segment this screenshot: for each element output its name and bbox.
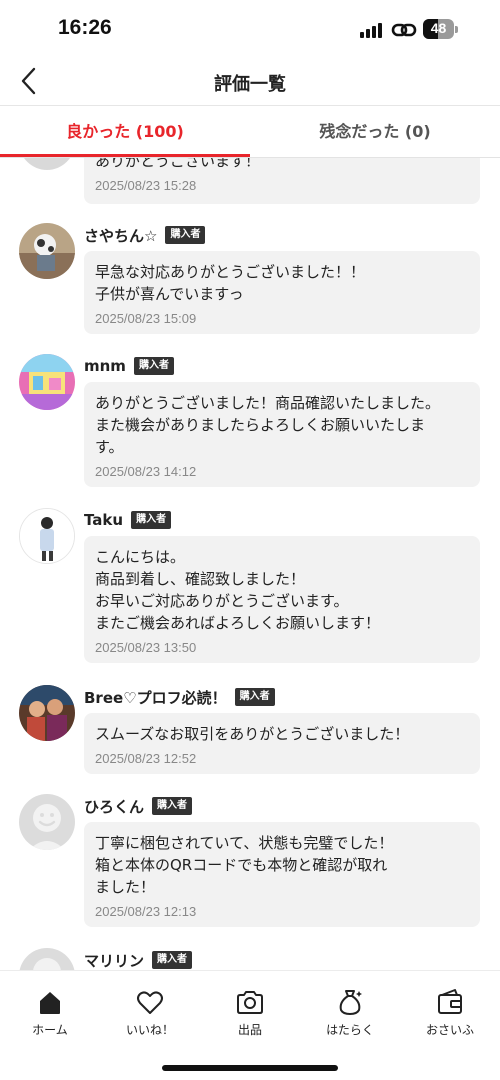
avatar[interactable]: [19, 685, 75, 741]
reviewer-name[interactable]: ひろくん: [84, 796, 144, 817]
nav-header: 評価一覧: [0, 58, 500, 106]
signal-icon: [360, 22, 386, 38]
battery-icon: 48: [423, 19, 459, 39]
reviewer-row: Taku 購入者: [84, 508, 172, 532]
avatar[interactable]: [19, 508, 75, 564]
tab-home-label: ホーム: [32, 1023, 68, 1037]
reviewer-row: mnm 購入者: [84, 354, 174, 378]
buyer-badge: 購入者: [131, 511, 172, 529]
avatar[interactable]: [19, 223, 75, 279]
tab-likes-label: いいね！: [125, 1023, 174, 1037]
review-list[interactable]: ありがとうございます！ 2025/08/23 15:28 さやちん☆ 購入者 早…: [0, 158, 500, 970]
tab-likes[interactable]: いいね！: [100, 987, 200, 1038]
avatar[interactable]: [19, 158, 75, 170]
home-icon: [40, 992, 60, 1014]
tab-sell-label: 出品: [237, 1023, 262, 1037]
review-message: 早急な対応ありがとうございました！！ 子供が喜んでいますっ: [95, 263, 366, 303]
avatar[interactable]: [19, 354, 75, 410]
review-message: ありがとうございました！商品確認いたしました。 また機会がありましたらよろしくお…: [95, 394, 441, 456]
status-bar: 16:26 48: [0, 0, 500, 58]
review-bubble: 丁寧に梱包されていて、状態も完璧でした！ 箱と本体のQRコードでも本物と確認が取…: [84, 822, 480, 927]
review-bubble: ありがとうございました！商品確認いたしました。 また機会がありましたらよろしくお…: [84, 382, 480, 487]
tab-home[interactable]: ホーム: [0, 987, 100, 1038]
review-bubble: 早急な対応ありがとうございました！！ 子供が喜んでいますっ 2025/08/23…: [84, 251, 480, 334]
bottom-tab-bar: ホーム いいね！ 出品 はたらく おさいふ: [0, 970, 500, 1080]
camera-icon: [237, 991, 263, 1014]
buyer-badge: 購入者: [133, 357, 174, 375]
link-icon: [391, 23, 417, 37]
review-message: こんにちは。 商品到着し、確認致しました！ お早いご対応ありがとうございます。 …: [95, 548, 381, 632]
review-date: 2025/08/23 12:52: [95, 751, 197, 766]
tab-wallet[interactable]: おさいふ: [400, 987, 500, 1038]
rating-tabs: 良かった (100) 残念だった (0): [0, 107, 500, 158]
review-message: ありがとうございます！: [95, 158, 261, 170]
tab-good[interactable]: 良かった (100): [0, 107, 250, 157]
tab-work-label: はたらく: [326, 1023, 374, 1037]
default-avatar-icon[interactable]: [19, 948, 75, 970]
reviewer-row: マリリン 購入者: [84, 948, 193, 971]
tab-sell[interactable]: 出品: [200, 987, 300, 1038]
tab-wallet-label: おさいふ: [425, 1023, 474, 1037]
heart-icon: [137, 991, 163, 1014]
review-date: 2025/08/23 12:13: [95, 904, 197, 919]
review-message: スムーズなお取引をありがとうございました！: [95, 725, 410, 743]
reviewer-name[interactable]: mnm: [84, 357, 126, 375]
home-indicator: [162, 1065, 338, 1071]
reviewer-name[interactable]: マリリン: [84, 950, 144, 971]
review-date: 2025/08/23 14:12: [95, 464, 197, 479]
review-bubble: ありがとうございます！ 2025/08/23 15:28: [84, 158, 480, 204]
buyer-badge: 購入者: [165, 226, 206, 244]
reviewer-row: Bree♡プロフ必読！ 購入者: [84, 685, 275, 709]
review-date: 2025/08/23 15:09: [95, 311, 197, 326]
review-bubble: スムーズなお取引をありがとうございました！ 2025/08/23 12:52: [84, 713, 480, 774]
reviewer-row: ひろくん 購入者: [84, 794, 193, 818]
battery-level: 48: [430, 20, 447, 36]
buyer-badge: 購入者: [152, 797, 193, 815]
page-title: 評価一覧: [214, 74, 286, 95]
tab-bad[interactable]: 残念だった (0): [250, 107, 500, 157]
tab-work[interactable]: はたらく: [300, 987, 400, 1038]
money-bag-icon: [339, 990, 362, 1015]
review-date: 2025/08/23 13:50: [95, 640, 197, 655]
review-message: 丁寧に梱包されていて、状態も完璧でした！ 箱と本体のQRコードでも本物と確認が取…: [95, 834, 394, 896]
reviewer-name[interactable]: さやちん☆: [84, 225, 157, 246]
wallet-icon: [438, 989, 462, 1014]
reviewer-name[interactable]: Bree♡プロフ必読！: [84, 687, 227, 708]
reviewer-row: さやちん☆ 購入者: [84, 223, 206, 247]
buyer-badge: 購入者: [234, 688, 275, 706]
reviewer-name[interactable]: Taku: [84, 511, 123, 529]
buyer-badge: 購入者: [152, 951, 193, 969]
active-tab-indicator: [0, 154, 250, 157]
review-date: 2025/08/23 15:28: [95, 178, 197, 193]
status-time: 16:26: [58, 16, 112, 39]
default-avatar-icon[interactable]: [19, 794, 75, 850]
review-bubble: こんにちは。 商品到着し、確認致しました！ お早いご対応ありがとうございます。 …: [84, 536, 480, 663]
